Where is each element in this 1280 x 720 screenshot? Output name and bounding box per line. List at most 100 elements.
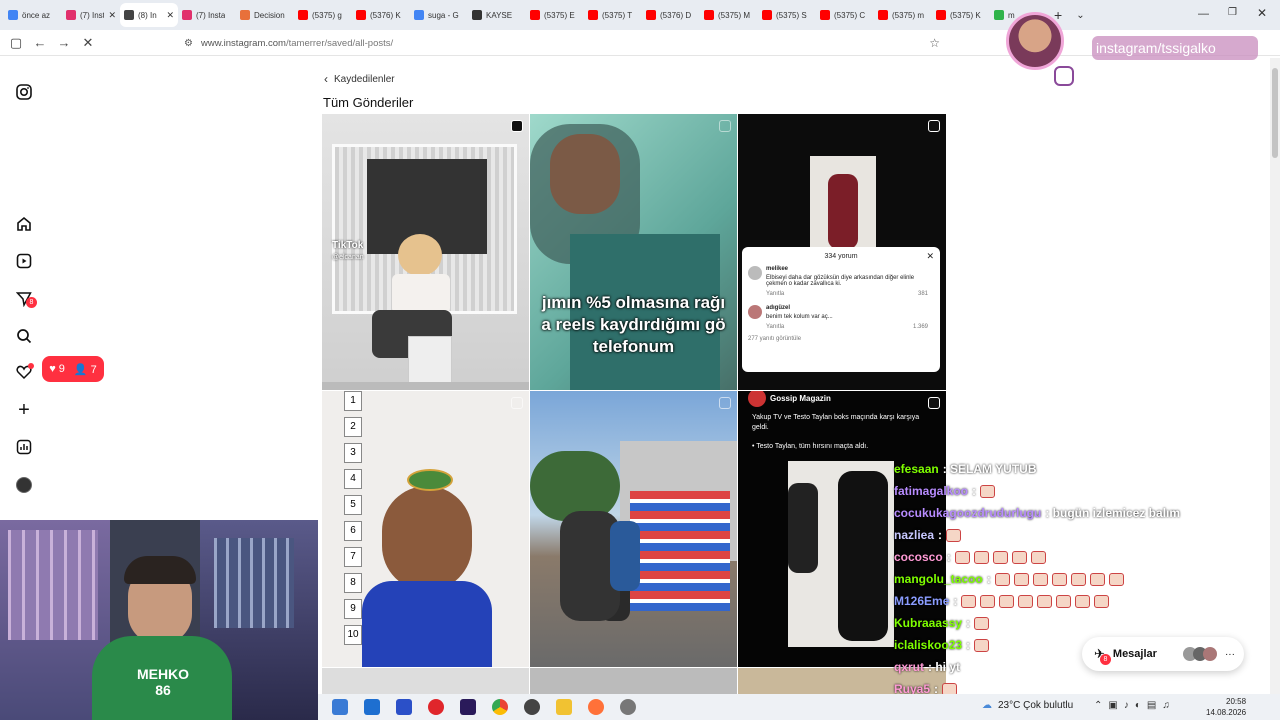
tab-label: KAYSE	[486, 10, 513, 20]
taskbar-app-icon[interactable]	[364, 699, 380, 715]
chrome-icon[interactable]	[492, 699, 508, 715]
forward-arrow-icon[interactable]: →	[52, 35, 76, 50]
browser-tab[interactable]: KAYSE	[468, 3, 526, 27]
browser-tab[interactable]: (5375) K	[932, 3, 990, 27]
firefox-icon[interactable]	[588, 699, 604, 715]
taskbar-app-icon[interactable]	[460, 699, 476, 715]
tab-favicon-icon	[878, 10, 888, 20]
messages-badge: 8	[26, 297, 37, 308]
instagram-logo-icon[interactable]	[14, 82, 34, 102]
saved-label: Kaydedilenler	[334, 73, 395, 85]
tab-label: (5375) m	[892, 10, 925, 20]
chat-username[interactable]: cocukukagoozdrudurlugu	[894, 506, 1041, 520]
sidebar-toggle-icon[interactable]: ▢	[4, 35, 28, 51]
close-icon[interactable]: ✕	[926, 251, 934, 262]
browser-tab[interactable]: (5375) C	[816, 3, 874, 27]
taskbar-app-icon[interactable]	[524, 699, 540, 715]
tab-favicon-icon	[820, 10, 830, 20]
browser-tab[interactable]: (5375) M	[700, 3, 758, 27]
chat-username[interactable]: efesaan	[894, 462, 939, 476]
weather-widget[interactable]: ☁ 23°C Çok bulutlu	[982, 700, 1073, 711]
browser-tab[interactable]: Decision	[236, 3, 294, 27]
reels-icon[interactable]	[14, 251, 34, 271]
post-text: Yakup TV ve Testo Taylan boks maçında ka…	[752, 414, 920, 431]
tab-close-icon[interactable]: ✕	[166, 10, 174, 21]
avatar	[748, 305, 762, 319]
browser-tab[interactable]: (5375) g	[294, 3, 352, 27]
browser-tab[interactable]: (7) Insta	[178, 3, 236, 27]
create-plus-icon[interactable]: +	[14, 399, 34, 421]
browser-tab[interactable]: suga - G	[410, 3, 468, 27]
number-box: 10	[344, 625, 362, 645]
profile-avatar[interactable]	[14, 475, 34, 495]
stop-loading-icon[interactable]: ✕	[76, 35, 100, 51]
post-tile[interactable]	[530, 668, 737, 694]
browser-tab[interactable]: (5376) D	[642, 3, 700, 27]
chat-username[interactable]: iclaliskoo23	[894, 638, 962, 652]
post-tile[interactable]: TikTok @elcanan	[322, 114, 529, 390]
chat-username[interactable]: fatimagalkoo	[894, 484, 968, 498]
chat-username[interactable]: M126Eme	[894, 594, 949, 608]
tab-label: (5375) g	[312, 10, 342, 20]
browser-tab[interactable]: (7) Insta ✕	[62, 3, 120, 27]
taskbar-app-icon[interactable]	[428, 699, 444, 715]
chat-emote-icon	[1030, 550, 1046, 564]
address-bar[interactable]: ⚙ www.instagram.com/tamerrer/saved/all-p…	[176, 33, 946, 53]
post-caption: jımın %5 olmasına rağı a reels kaydırdığ…	[541, 293, 726, 356]
back-arrow-icon[interactable]: ←	[28, 35, 52, 50]
page-scrollbar[interactable]	[1270, 58, 1280, 694]
browser-tab[interactable]: (5375) S	[758, 3, 816, 27]
scrollbar-thumb[interactable]	[1272, 68, 1278, 158]
home-icon[interactable]	[14, 214, 34, 234]
view-replies[interactable]: 277 yanıtı görüntüle	[748, 336, 934, 342]
chat-message: Kubraaassy:	[894, 612, 1234, 634]
folder-icon[interactable]	[556, 699, 572, 715]
notifications-popup[interactable]: ♥ 9 👤 7	[42, 356, 104, 382]
messages-icon[interactable]: 8	[14, 289, 37, 309]
chat-emote-icon	[992, 550, 1008, 564]
chat-username[interactable]: mangolu_tacoo	[894, 572, 983, 586]
post-tile[interactable]: jımın %5 olmasına rağı a reels kaydırdığ…	[530, 114, 737, 390]
clock[interactable]: 20:58 14.08.2026	[1206, 696, 1246, 718]
follows-count: 👤 7	[73, 363, 97, 376]
taskbar-app-icon[interactable]	[396, 699, 412, 715]
tab-favicon-icon	[66, 10, 76, 20]
post-text: • Testo Taylan, tüm hırsını maçta aldı.	[752, 443, 869, 450]
tab-close-icon[interactable]: ✕	[108, 10, 116, 21]
chat-username[interactable]: cocosco	[894, 550, 943, 564]
notifications-heart-icon[interactable]	[14, 362, 34, 382]
shirt-text: MEHKO 86	[136, 666, 190, 698]
browser-tab[interactable]: (5375) m	[874, 3, 932, 27]
post-tile[interactable]: 334 yorum ✕ melikee Elbiseyi daha dar gö…	[738, 114, 946, 390]
chat-username[interactable]: Kubraaassy	[894, 616, 962, 630]
post-tile[interactable]	[322, 668, 529, 694]
more-icon[interactable]: ···	[1225, 649, 1235, 660]
messages-button[interactable]: ✈ 8 Mesajlar ···	[1082, 637, 1244, 671]
site-info-icon[interactable]: ⚙	[184, 38, 193, 49]
browser-tab[interactable]: (8) In ✕	[120, 3, 178, 27]
comment-user: adıgüzel	[766, 305, 791, 311]
bookmark-star-icon[interactable]: ☆	[929, 36, 940, 50]
tab-label: (5375) S	[776, 10, 807, 20]
chat-emote-icon	[1056, 594, 1072, 608]
chat-text: : SELAM YUTUB	[942, 462, 1037, 476]
tab-label: (5375) E	[544, 10, 575, 20]
post-tile[interactable]	[530, 391, 737, 667]
search-icon[interactable]	[14, 326, 34, 346]
dashboard-icon[interactable]	[14, 437, 34, 457]
message-avatars	[1182, 647, 1217, 661]
page-title: Tüm Gönderiler	[323, 95, 414, 110]
post-tile[interactable]: 1 2 3 4 5 6 7 8 9 10	[322, 391, 529, 667]
browser-tab[interactable]: (5375) T	[584, 3, 642, 27]
system-tray[interactable]: ⌃▣♪◐▤♫	[1094, 700, 1176, 711]
number-box: 4	[344, 469, 362, 489]
chat-username[interactable]: nazliea	[894, 528, 934, 542]
browser-tab[interactable]: (5375) E	[526, 3, 584, 27]
number-box: 3	[344, 443, 362, 463]
taskbar-app-icon[interactable]	[332, 699, 348, 715]
browser-tab[interactable]: (5376) K	[352, 3, 410, 27]
saved-back-link[interactable]: ‹ Kaydedilenler	[324, 72, 395, 86]
taskbar-app-icon[interactable]	[620, 699, 636, 715]
browser-tab[interactable]: önce az	[4, 3, 62, 27]
chat-username[interactable]: qxrut	[894, 660, 924, 674]
